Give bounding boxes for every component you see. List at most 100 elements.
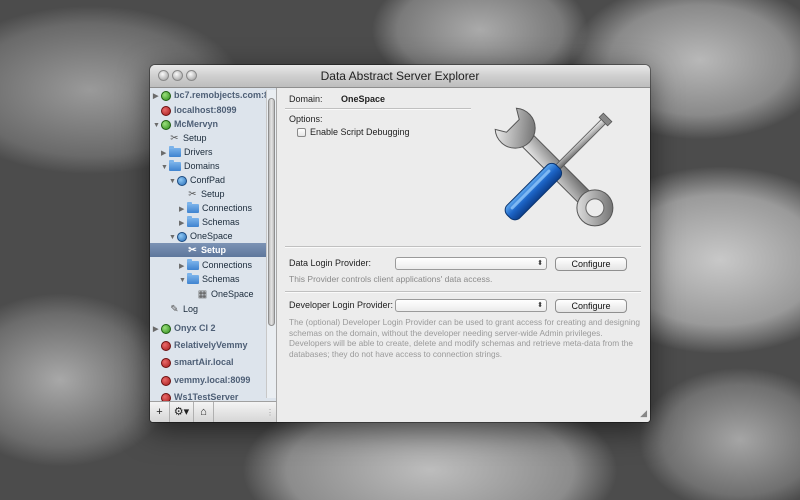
tree-item-label: Log (183, 304, 199, 314)
data-login-provider-select[interactable]: ⬍ (395, 257, 547, 270)
folder-icon (187, 259, 199, 271)
developer-login-provider-select[interactable]: ⬍ (395, 299, 547, 312)
tools-icon: ✂ (170, 133, 179, 145)
tree-item-label: bc7.remobjects.com:8201 (174, 90, 277, 100)
tree-item-server[interactable]: RelativelyVemmy (161, 338, 248, 352)
tree-item-label: localhost:8099 (174, 105, 237, 115)
tree-item-setup[interactable]: ✂ Setup (169, 131, 207, 145)
tree-item-label: Ws1TestServer (174, 392, 239, 401)
log-icon: ✎ (170, 304, 179, 316)
divider (285, 291, 641, 293)
tree-item-label: Drivers (184, 147, 213, 157)
dev-login-label: Developer Login Provider: (289, 300, 394, 310)
tree-item-server[interactable]: ▶ Onyx CI 2 (153, 321, 216, 335)
tree-item-server[interactable]: smartAir.local (161, 355, 234, 369)
tree-item-server[interactable]: ▼ McMervyn (153, 117, 218, 131)
tree-item-label: Connections (202, 260, 253, 270)
add-server-button[interactable]: + (150, 402, 170, 422)
script-debug-checkbox[interactable] (297, 128, 306, 137)
dev-login-configure-button[interactable]: Configure (555, 299, 627, 313)
disclosure-down-icon[interactable]: ▼ (179, 274, 187, 288)
data-login-description: This Provider controls client applicatio… (289, 274, 493, 284)
divider (285, 246, 641, 248)
tree-item-schemas[interactable]: ▶ Schemas (179, 215, 240, 229)
folder-icon (169, 146, 181, 158)
disclosure-down-icon[interactable]: ▼ (161, 161, 169, 175)
tree-item-label: Setup (183, 133, 207, 143)
divider (285, 108, 471, 110)
globe-red-icon (161, 105, 171, 116)
tree-item-label: Domains (184, 161, 220, 171)
tree-item-log[interactable]: ✎ Log (169, 302, 198, 316)
tree-item-drivers[interactable]: ▶ Drivers (161, 145, 213, 159)
tree-item-label: Onyx CI 2 (174, 323, 216, 333)
data-login-label: Data Login Provider: (289, 258, 372, 268)
disclosure-down-icon[interactable]: ▼ (169, 175, 177, 189)
select-arrows-icon: ⬍ (537, 302, 543, 309)
tools-icon: ✂ (188, 245, 197, 257)
server-tree-sidebar: ▶ bc7.remobjects.com:8201 localhost:8099 … (150, 88, 277, 401)
schema-icon: ▦ (197, 289, 208, 301)
disclosure-down-icon[interactable]: ▼ (153, 119, 161, 133)
tree-item-connections[interactable]: ▶ Connections (179, 258, 252, 272)
tree-item-label: vemmy.local:8099 (174, 375, 251, 385)
script-debug-label: Enable Script Debugging (310, 127, 410, 137)
tree-item-setup-selected[interactable]: ✂ Setup (150, 243, 266, 257)
globe-blue-icon (177, 231, 187, 242)
tree-item-label: ConfPad (190, 175, 226, 185)
main-window: Data Abstract Server Explorer ▶ bc7.remob… (150, 65, 650, 422)
zoom-window-button[interactable] (186, 70, 197, 81)
globe-green-icon (161, 90, 171, 101)
tree-item-label: Schemas (202, 274, 240, 284)
domain-label: Domain: (289, 94, 323, 104)
dev-login-description: The (optional) Developer Login Provider … (289, 317, 640, 359)
folder-icon (169, 160, 181, 172)
domain-value: OneSpace (341, 94, 386, 104)
scrollbar-thumb[interactable] (268, 98, 275, 326)
window-title: Data Abstract Server Explorer (320, 69, 480, 83)
tree-item-label: smartAir.local (174, 357, 234, 367)
close-window-button[interactable] (158, 70, 169, 81)
disclosure-right-icon[interactable]: ▶ (153, 90, 161, 104)
tools-illustration-icon (494, 107, 614, 227)
tree-item-setup[interactable]: ✂ Setup (187, 187, 225, 201)
tree-item-connections[interactable]: ▶ Connections (179, 201, 252, 215)
select-arrows-icon: ⬍ (537, 260, 543, 267)
tree-item-label: OneSpace (190, 231, 233, 241)
globe-green-icon (161, 119, 171, 130)
globe-green-icon (161, 323, 171, 334)
minimize-window-button[interactable] (172, 70, 183, 81)
options-label: Options: (289, 114, 323, 124)
tree-item-label: RelativelyVemmy (174, 340, 248, 350)
detail-pane: Domain: OneSpace Options: Enable Script … (277, 88, 650, 422)
tree-item-server[interactable]: Ws1TestServer (161, 390, 238, 401)
sidebar-scrollbar[interactable] (266, 90, 276, 398)
home-button[interactable]: ⌂ (194, 402, 214, 422)
sidebar-toolbar: + ⚙▾ ⌂ ⋮ (150, 401, 277, 422)
tree-item-domains[interactable]: ▼ Domains (161, 159, 220, 173)
tree-item-schema[interactable]: ▦ OneSpace (197, 287, 254, 301)
splitter-handle-icon[interactable]: ⋮ (266, 408, 274, 417)
resize-grip-icon[interactable]: ◢ (640, 408, 647, 419)
tree-item-server[interactable]: vemmy.local:8099 (161, 373, 250, 387)
globe-blue-icon (177, 175, 187, 186)
disclosure-right-icon[interactable]: ▶ (153, 323, 161, 337)
tools-icon: ✂ (188, 189, 197, 201)
tree-item-server[interactable]: ▶ bc7.remobjects.com:8201 (153, 88, 277, 104)
folder-icon (187, 202, 199, 214)
tree-item-label: Connections (202, 203, 253, 213)
data-login-configure-button[interactable]: Configure (555, 257, 627, 271)
tree-item-schemas[interactable]: ▼ Schemas (179, 272, 240, 286)
title-bar: Data Abstract Server Explorer (150, 65, 650, 88)
globe-red-icon (161, 357, 171, 368)
globe-red-icon (161, 340, 171, 351)
tree-item-domain[interactable]: ▼ ConfPad (169, 173, 225, 187)
tree-item-domain[interactable]: ▼ OneSpace (169, 229, 233, 243)
tree-item-label: Setup (201, 189, 225, 199)
folder-icon (187, 216, 199, 228)
gear-menu-button[interactable]: ⚙▾ (170, 402, 194, 422)
tree-item-label: McMervyn (174, 119, 219, 129)
tree-item-label: Setup (201, 245, 227, 255)
tree-item-server[interactable]: localhost:8099 (161, 103, 237, 117)
folder-icon (187, 273, 199, 285)
